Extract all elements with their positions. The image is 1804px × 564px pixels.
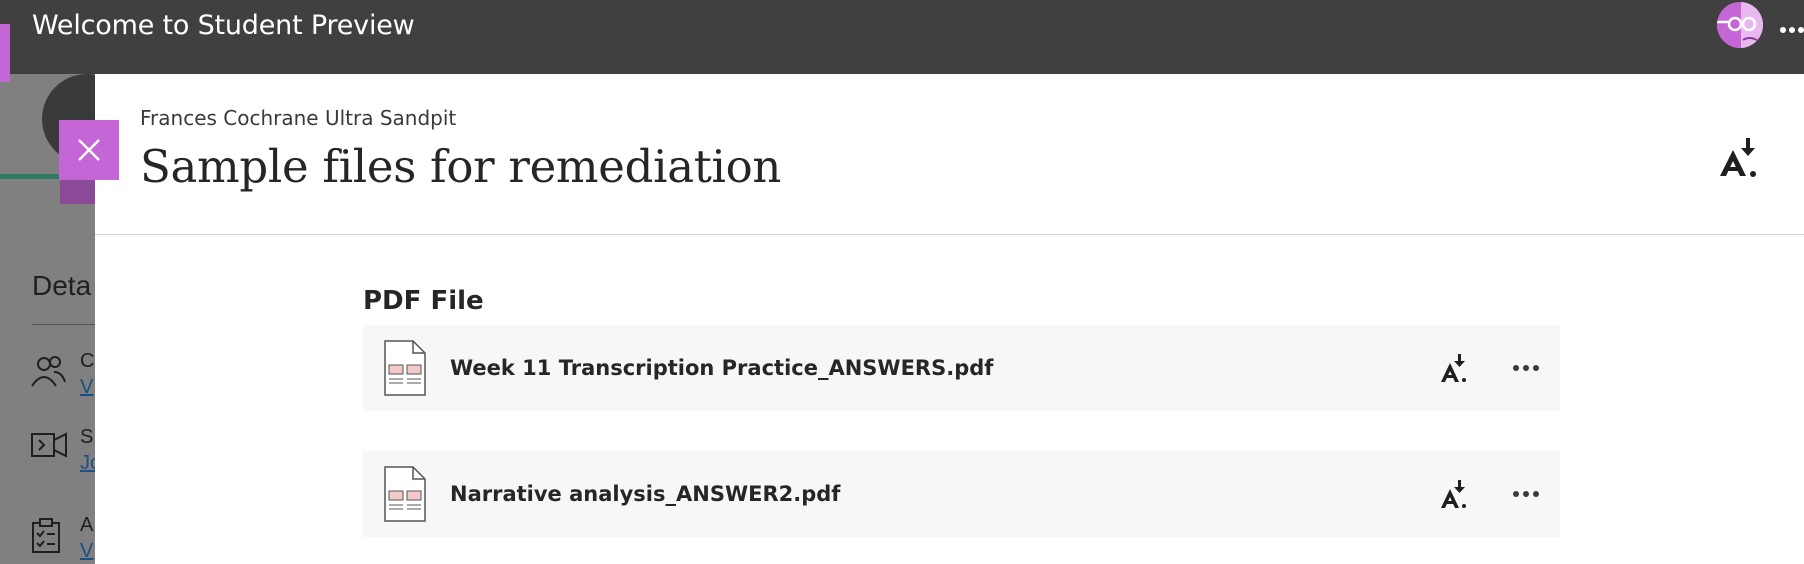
content-panel: Frances Cochrane Ultra Sandpit Sample fi… <box>95 74 1804 564</box>
file-name-link[interactable]: Week 11 Transcription Practice_ANSWERS.p… <box>450 356 993 380</box>
alternative-formats-button[interactable] <box>1718 136 1760 178</box>
more-horizontal-icon[interactable] <box>1780 10 1804 41</box>
details-row-assignment: A V <box>30 514 95 564</box>
background-divider <box>0 174 60 179</box>
details-row-label: A <box>80 514 94 536</box>
file-alternative-formats-button[interactable] <box>1440 479 1468 509</box>
more-horizontal-icon <box>1513 365 1539 371</box>
file-more-options-button[interactable] <box>1508 353 1544 383</box>
details-row-people: C V <box>30 350 95 400</box>
details-row-link[interactable]: V <box>80 540 93 563</box>
file-alternative-formats-button[interactable] <box>1440 353 1468 383</box>
pdf-file-icon <box>384 466 426 522</box>
top-bar: Welcome to Student Preview <box>0 0 1804 82</box>
details-row-label: S <box>80 426 94 448</box>
clipboard-icon <box>32 518 60 553</box>
close-panel-button[interactable] <box>59 120 119 180</box>
ally-alternative-formats-icon <box>1441 480 1466 508</box>
page-title: Sample files for remediation <box>140 140 782 193</box>
file-item[interactable]: Narrative analysis_ANSWER2.pdf <box>363 451 1560 537</box>
ally-alternative-formats-icon <box>1441 354 1466 382</box>
avatar-icon <box>1717 2 1763 48</box>
close-icon <box>78 139 100 161</box>
panel-header: Frances Cochrane Ultra Sandpit Sample fi… <box>95 74 1804 235</box>
details-divider <box>32 324 95 325</box>
section-heading: PDF File <box>363 286 484 316</box>
video-icon <box>31 432 67 458</box>
people-icon <box>31 356 66 387</box>
avatar[interactable] <box>1717 2 1763 48</box>
details-row-video: S Jo <box>30 426 95 476</box>
app-root: Welcome to Student Preview Deta C V S J … <box>0 0 1804 564</box>
file-more-options-button[interactable] <box>1508 479 1544 509</box>
more-horizontal-icon <box>1513 491 1539 497</box>
details-row-link[interactable]: V <box>80 376 93 399</box>
ally-alternative-formats-icon <box>1720 138 1756 177</box>
details-row-label: C <box>80 350 95 372</box>
pdf-file-icon <box>384 340 426 396</box>
course-name: Frances Cochrane Ultra Sandpit <box>140 106 457 130</box>
top-bar-title: Welcome to Student Preview <box>32 10 415 41</box>
file-name-link[interactable]: Narrative analysis_ANSWER2.pdf <box>450 482 840 506</box>
details-heading: Deta <box>32 270 92 301</box>
file-item[interactable]: Week 11 Transcription Practice_ANSWERS.p… <box>363 325 1560 411</box>
details-row-link[interactable]: Jo <box>80 452 95 475</box>
accent-marker <box>0 24 10 82</box>
